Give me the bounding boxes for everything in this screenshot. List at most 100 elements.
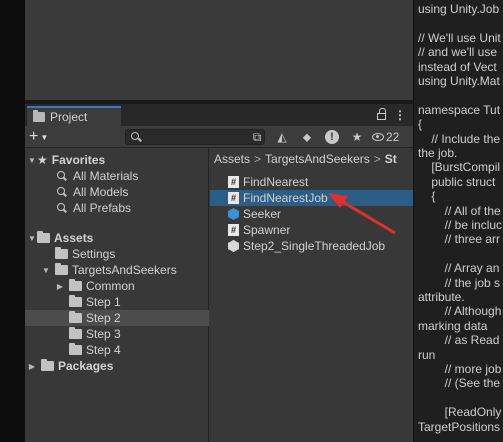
favorite-star-icon[interactable]: ★: [347, 129, 367, 145]
tree-item-step-1[interactable]: Step 1: [25, 294, 209, 310]
more-menu-icon[interactable]: ⋮: [394, 108, 406, 122]
breadcrumb-assets[interactable]: Assets: [214, 152, 250, 166]
search-input[interactable]: [125, 129, 265, 145]
breadcrumb-separator: >: [254, 152, 262, 166]
tree-item-assets[interactable]: ▼ Assets: [25, 230, 209, 246]
search-icon: [57, 171, 67, 181]
left-edge-strip: [0, 0, 25, 442]
toolbar-icons: ⧉ ◭ ⬥ ! ★ 22: [247, 129, 399, 145]
eye-icon: [372, 133, 384, 141]
code-line: // All of the: [418, 203, 501, 218]
folder-icon: [41, 359, 54, 371]
tree-item-label: Step 4: [86, 343, 121, 357]
hidden-packages-toggle[interactable]: 22: [372, 130, 399, 144]
code-line: TargetPositions: [418, 419, 501, 434]
star-icon: ★: [37, 153, 48, 167]
folder-tree: ▼ ★ Favorites All Materials All Models A…: [25, 148, 209, 442]
create-button[interactable]: + ▼: [29, 128, 57, 146]
code-line: // more job: [418, 362, 502, 376]
csharp-script-icon: #: [228, 192, 239, 204]
code-line: // the job s: [418, 275, 501, 290]
code-line: [BurstCompil: [418, 160, 501, 175]
code-line: // be incluc: [418, 218, 503, 232]
tree-item-all-prefabs[interactable]: All Prefabs: [25, 200, 209, 216]
code-line: the job.: [418, 146, 458, 160]
code-line: // We'll use Unit: [418, 30, 501, 45]
code-line: // Array an: [418, 261, 500, 276]
search-by-type-icon[interactable]: ⧉: [247, 129, 267, 145]
tree-item-step-2[interactable]: Step 2: [25, 310, 209, 326]
prefab-icon: [228, 208, 239, 220]
asset-item-spawner[interactable]: # Spawner: [210, 222, 413, 238]
tree-item-label: All Materials: [73, 169, 139, 183]
project-panel: Project ⋮ + ▼ ⧉ ◭ ⬥ ! ★ 22 ▼ ★ Favorites…: [25, 104, 413, 442]
code-line: instead of Vect: [418, 59, 497, 74]
breadcrumb: Assets > TargetsAndSeekers > St: [214, 152, 397, 166]
search-icon: [131, 132, 139, 140]
asset-item-step2-singlethreadedjob[interactable]: Step2_SingleThreadedJob: [210, 238, 413, 254]
tree-item-label: Step 1: [86, 295, 121, 309]
folder-open-icon: [55, 263, 68, 275]
search-icon: [57, 187, 67, 197]
tree-item-label: Packages: [58, 359, 114, 373]
code-line: {: [418, 117, 423, 132]
tree-item-label: Step 3: [86, 327, 121, 341]
folder-icon: [69, 327, 82, 339]
tree-item-all-materials[interactable]: All Materials: [25, 168, 209, 184]
chevron-down-icon[interactable]: ▼: [27, 156, 37, 165]
tree-item-targetsandseekers[interactable]: ▼ TargetsAndSeekers: [25, 262, 209, 278]
code-line: marking data: [418, 318, 488, 333]
plus-icon: +: [29, 128, 39, 145]
tree-item-favorites[interactable]: ▼ ★ Favorites: [25, 152, 209, 168]
tree-item-settings[interactable]: Settings: [25, 246, 209, 262]
chevron-right-icon[interactable]: ▶: [27, 362, 37, 371]
search-by-label-icon[interactable]: ◭: [272, 129, 292, 145]
tree-item-packages[interactable]: ▶ Packages: [25, 358, 209, 374]
hidden-count: 22: [386, 130, 400, 144]
asset-item-findnearest[interactable]: # FindNearest: [210, 174, 413, 190]
log-filter-button[interactable]: !: [322, 129, 342, 145]
asset-name: Step2_SingleThreadedJob: [243, 239, 386, 253]
asset-item-seeker[interactable]: Seeker: [210, 206, 413, 222]
tree-item-label: Common: [86, 279, 135, 293]
folder-icon: [69, 295, 82, 307]
chevron-right-icon[interactable]: ▶: [55, 282, 65, 291]
warning-icon: !: [325, 130, 339, 144]
lock-icon[interactable]: [377, 108, 386, 120]
code-editor-panel[interactable]: using Unity.Job // We'll use Unit// and w…: [413, 0, 503, 442]
chevron-down-icon[interactable]: ▼: [27, 234, 37, 243]
tab-project[interactable]: Project: [27, 106, 121, 126]
label-tag-icon[interactable]: ⬥: [297, 129, 317, 145]
tab-bar: Project ⋮: [25, 104, 413, 126]
tree-item-common[interactable]: ▶ Common: [25, 278, 209, 294]
code-line: // Include the: [418, 131, 501, 146]
tab-label: Project: [50, 110, 88, 124]
asset-name: FindNearest: [243, 175, 309, 189]
scene-icon: [228, 240, 239, 252]
breadcrumb-separator: >: [373, 152, 381, 166]
search-icon: [57, 203, 67, 213]
code-line: {: [418, 189, 436, 204]
asset-name: FindNearestJob: [243, 191, 328, 205]
code-line: // three arr: [418, 232, 501, 247]
asset-item-findnearestjob[interactable]: # FindNearestJob: [210, 190, 413, 206]
asset-name: Spawner: [243, 223, 291, 237]
chevron-down-icon: ▼: [40, 132, 49, 142]
code-line: // as Read: [418, 333, 500, 348]
tree-item-all-models[interactable]: All Models: [25, 184, 209, 200]
folder-icon: [69, 311, 82, 323]
tree-item-label: Assets: [54, 231, 94, 245]
code-line: run: [418, 347, 436, 362]
breadcrumb-current[interactable]: St: [385, 152, 397, 166]
code-line: [ReadOnly: [418, 405, 502, 420]
chevron-down-icon[interactable]: ▼: [41, 266, 51, 275]
tree-item-step-4[interactable]: Step 4: [25, 342, 209, 358]
tree-item-step-3[interactable]: Step 3: [25, 326, 209, 342]
breadcrumb-targetsandseekers[interactable]: TargetsAndSeekers: [265, 152, 370, 166]
code-line: attribute.: [418, 290, 465, 304]
code-line: namespace Tut: [418, 102, 501, 117]
folder-icon: [69, 343, 82, 355]
tree-item-label: Favorites: [51, 153, 106, 167]
csharp-script-icon: #: [228, 176, 239, 188]
tree-item-label: All Prefabs: [73, 201, 132, 215]
